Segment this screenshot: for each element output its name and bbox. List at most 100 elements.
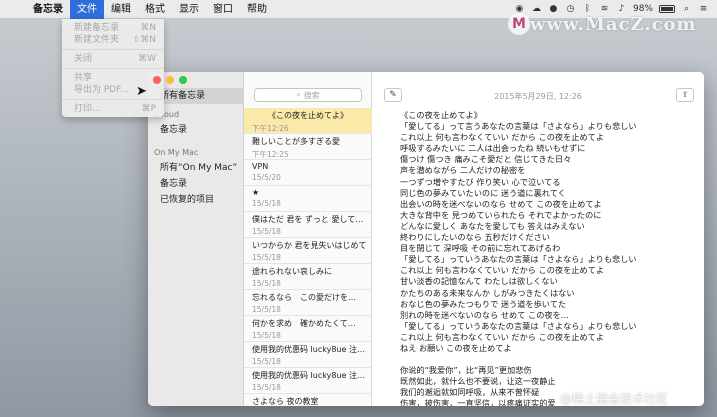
note-title: 途れられない哀しみに — [252, 267, 332, 276]
note-body[interactable]: 《この夜を止めてよ》 「愛してる」って言うあなたの言葉は「さよなら」よりも悲しいこ… — [400, 110, 696, 406]
note-list-item[interactable]: 僕はただ 君を ずっと 愛して… 15/5/18 — [244, 212, 372, 238]
menu-help[interactable]: 帮助 — [240, 0, 274, 19]
note-list-item[interactable]: 途れられない哀しみに 15/5/18 — [244, 264, 372, 290]
menu-separator — [62, 68, 164, 69]
menu-item-export-pdf[interactable]: 导出为 PDF... — [62, 84, 164, 96]
menu-format[interactable]: 格式 — [138, 0, 172, 19]
menu-item-shortcut: ⌘P — [141, 104, 156, 114]
sidebar-item-recovered[interactable]: 已恢复的项目 — [148, 192, 243, 208]
note-date: 15/5/18 — [252, 279, 281, 288]
sidebar-item-icloud-notes[interactable]: 备忘录 — [148, 122, 243, 138]
zoom-button[interactable] — [179, 76, 187, 84]
menu-item-label: 共享 — [74, 73, 93, 83]
wifi-icon[interactable]: ≋ — [599, 4, 610, 15]
note-editor[interactable]: ✎ 2015年5月29日, 12:26 ⇪ 《この夜を止めてよ》 「愛してる」って… — [372, 72, 704, 406]
note-list-item[interactable]: 使用我的优惠码 lucky8ue 注… 15/5/18 — [244, 342, 372, 368]
note-title: VPN — [252, 162, 269, 171]
menu-item-close[interactable]: 关闭 ⌘W — [62, 53, 164, 65]
sidebar-header-on-my-mac: On My Mac — [154, 148, 199, 157]
note-line: ねえ お願い この夜を止めてよ — [400, 342, 512, 353]
note-line: 既然如此，就什么也不要说，让这一夜静止 — [400, 376, 556, 387]
note-date: 15/5/18 — [252, 383, 281, 392]
menu-item-print[interactable]: 打印... ⌘P — [62, 103, 164, 115]
note-line: これ以上 何も言わなくていい だから この夜を止めてよ — [400, 132, 605, 143]
note-line: 傷つけ 傷つき 痛みこそ愛だと 信じてきた日々 — [400, 154, 572, 165]
share-icon: ⇪ — [681, 90, 689, 99]
cloud-icon[interactable]: ☁ — [531, 4, 542, 15]
note-line: 《この夜を止めてよ》 — [400, 110, 482, 120]
note-line: 你说的“我爱你”，比“再见”更加悲伤 — [400, 365, 532, 376]
menu-item-label: 导出为 PDF... — [74, 85, 129, 95]
note-line: 「愛してる」っていうあなたの言葉は「さよなら」よりも悲しい — [400, 254, 637, 265]
note-list-item[interactable]: 難しいことが多すぎる愛 下午12:25 — [244, 134, 372, 160]
minimize-button[interactable] — [166, 76, 174, 84]
time-machine-icon[interactable]: ◷ — [565, 4, 576, 15]
note-title: 難しいことが多すぎる愛 — [252, 137, 340, 146]
menu-edit[interactable]: 编辑 — [104, 0, 138, 19]
note-line: 呼吸するみたいに 二人は出会ったね 続いもせずに — [400, 143, 586, 154]
watermark-top: www.MacZ.com — [530, 14, 697, 35]
note-line: 目を閉じて 深呼吸 その前に忘れてあげるわ — [400, 243, 561, 254]
note-date: 下午12:25 — [252, 150, 289, 159]
menu-item-new-note[interactable]: 新建备忘录 ⌘N — [62, 22, 164, 34]
sidebar-item-on-my-mac-all[interactable]: 所有“On My Mac” — [148, 160, 243, 176]
menu-item-new-folder[interactable]: 新建文件夹 ⇧⌘N — [62, 34, 164, 46]
notes-window: 所有备忘录 iCloud 备忘录 On My Mac 所有“On My Mac”… — [148, 72, 704, 406]
menu-item-shortcut: ⇧⌘N — [132, 35, 156, 45]
note-title: 忘れるなら この愛だけを… — [252, 293, 356, 302]
note-line: 出会いの時を迷べないのなら せめて この夜を止めてよ — [400, 198, 602, 209]
bluetooth-icon[interactable]: ᛒ — [582, 4, 593, 15]
menu-item-share[interactable]: 共享 — [62, 72, 164, 84]
search-placeholder: 搜索 — [303, 90, 320, 100]
watermark-bottom: @稀土掘金技术社区 — [560, 392, 669, 406]
note-list-item[interactable]: VPN 15/5/20 — [244, 160, 372, 186]
note-line: 声を潜めながら 二人だけの秘密を — [400, 165, 526, 176]
note-list-item[interactable]: 使用我的优惠码 lucky8ue 注… 15/5/18 — [244, 368, 372, 394]
menu-item-shortcut: ⌘N — [140, 23, 156, 33]
note-list-item[interactable]: 何かを求め 確かめたくて… 15/5/18 — [244, 316, 372, 342]
battery-percent: 98% — [632, 4, 653, 14]
menu-view[interactable]: 显示 — [172, 0, 206, 19]
volume-icon[interactable]: ♪ — [616, 4, 627, 15]
sidebar-item-on-my-mac-notes[interactable]: 备忘录 — [148, 176, 243, 192]
note-line: 「愛してる」って言うあなたの言葉は「さよなら」よりも悲しい — [400, 121, 637, 132]
menu-window[interactable]: 窗口 — [206, 0, 240, 19]
note-title: 何かを求め 確かめたくて… — [252, 319, 356, 328]
note-title: いつからか 君を見失いはじめて — [252, 241, 367, 250]
file-menu-dropdown: 新建备忘录 ⌘N 新建文件夹 ⇧⌘N 关闭 ⌘W 共享 导出为 PDF... 打印..… — [62, 19, 164, 117]
note-list-item[interactable]: 忘れるなら この愛だけを… 15/5/18 — [244, 290, 372, 316]
menu-file[interactable]: 文件 — [70, 0, 104, 19]
watermark-logo: M — [508, 13, 530, 35]
search-icon[interactable]: ⌕ — [681, 4, 692, 15]
note-title: 使用我的优惠码 lucky8ue 注… — [252, 345, 365, 354]
note-date: 15/5/18 — [252, 357, 281, 366]
window-controls — [153, 76, 187, 84]
mouse-cursor-icon: ➤ — [136, 84, 147, 99]
status-area: ◉ ☁ ● ◷ ᛒ ≋ ♪ 98% ⌕ ≡ — [514, 4, 717, 15]
circle-icon[interactable]: ● — [548, 4, 559, 15]
note-list-item[interactable]: さよなら 夜の教室15/5/18 — [244, 394, 372, 406]
note-line: 同じ色の夢みていたいのに 迷う道に裏れてく — [400, 187, 566, 198]
menu-app-notes[interactable]: 备忘录 — [26, 0, 70, 19]
note-title: 僕はただ 君を ずっと 愛して… — [252, 215, 364, 224]
menu-item-label: 打印... — [74, 104, 101, 114]
close-button[interactable] — [153, 76, 161, 84]
menu-separator — [62, 49, 164, 50]
note-date: 15/5/20 — [252, 173, 281, 182]
search-field[interactable]: ⌕ 搜索 — [254, 88, 362, 102]
note-list-item[interactable]: いつからか 君を見失いはじめて 15/5/18 — [244, 238, 372, 264]
share-button[interactable]: ⇪ — [676, 88, 694, 102]
note-line — [400, 354, 696, 365]
note-list-item[interactable]: ★ 15/5/18 — [244, 186, 372, 212]
battery-icon[interactable] — [659, 5, 675, 13]
note-date: 15/5/18 — [252, 305, 281, 314]
note-line: 大きな背中を 見つめていられたら それでよかったのに — [400, 209, 602, 220]
note-line: これ以上 何も言わなくていい だから この夜を止めてよ — [400, 331, 605, 342]
note-list-item[interactable]: 《この夜を止めてよ》 下午12:26 — [244, 108, 372, 134]
note-title: さよなら 夜の教室 — [252, 397, 319, 406]
note-date: 15/5/18 — [252, 253, 281, 262]
menu-item-label: 新建文件夹 — [74, 35, 120, 45]
note-date: 15/5/18 — [252, 199, 281, 208]
list-icon[interactable]: ≡ — [698, 4, 709, 15]
note-line: これ以上 何も言わなくていい だから この夜を止めてよ — [400, 265, 605, 276]
